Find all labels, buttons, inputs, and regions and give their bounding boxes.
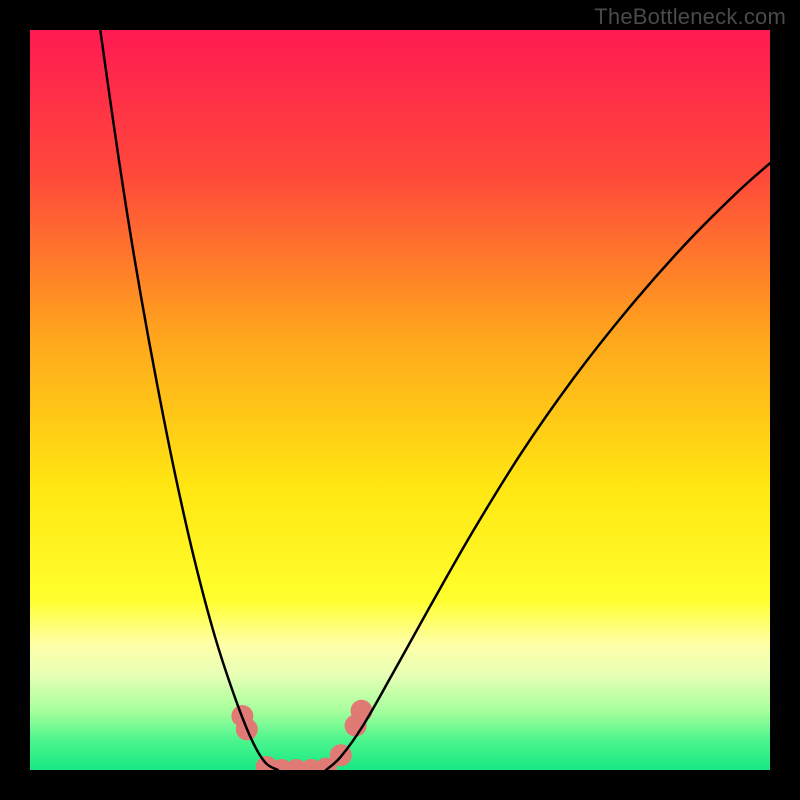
curve-layer <box>30 30 770 770</box>
valley-marker-group <box>231 700 372 770</box>
curve-right-branch <box>326 163 770 770</box>
plot-area <box>30 30 770 770</box>
chart-frame: TheBottleneck.com <box>0 0 800 800</box>
valley-marker <box>351 700 373 722</box>
curve-left-branch <box>100 30 278 770</box>
watermark-text: TheBottleneck.com <box>594 4 786 30</box>
